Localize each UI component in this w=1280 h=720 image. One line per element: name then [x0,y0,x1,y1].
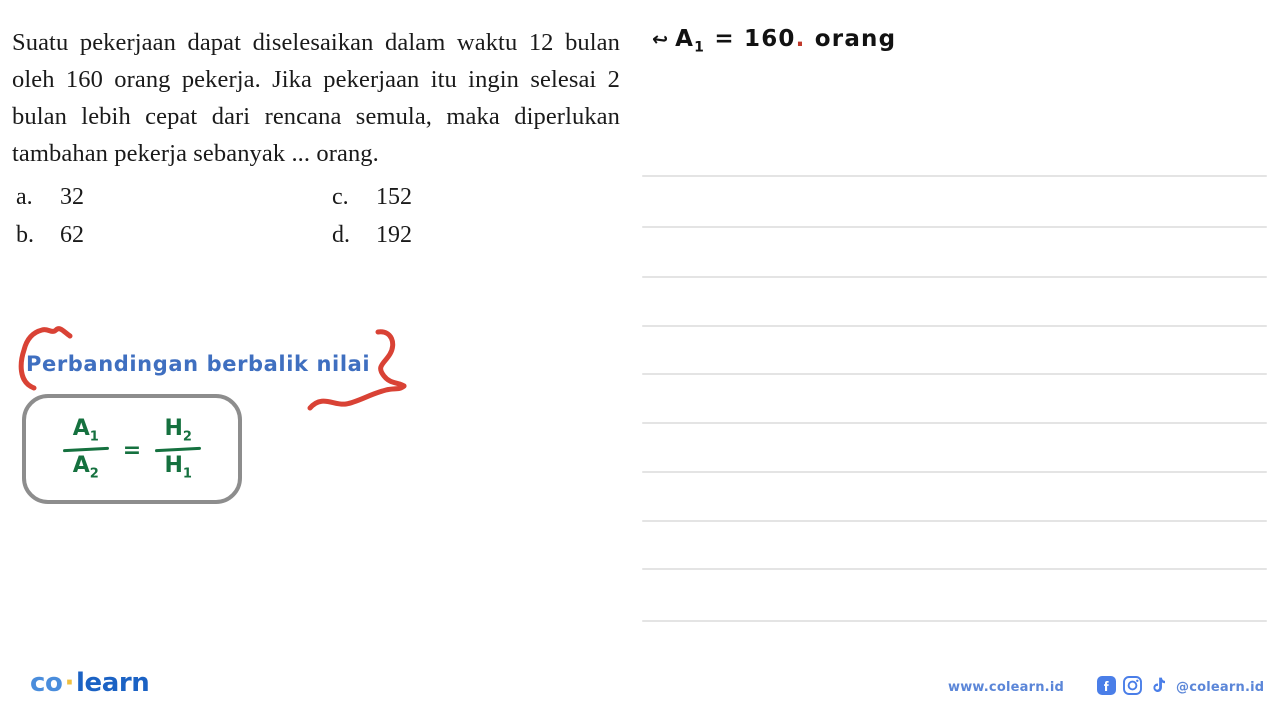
given-equals-sign: = [714,26,735,52]
worksheet-rule-line [642,373,1267,375]
option-b-value: 62 [60,222,84,248]
tiktok-icon[interactable] [1149,676,1166,700]
option-a-key: a. [16,184,33,210]
formula-box: A1 A2 = H2 H1 [22,394,242,504]
logo-text-learn: learn [75,668,150,698]
answer-options: a. 32 b. 62 c. 152 d. 192 [12,184,620,264]
option-c[interactable]: c. 152 [332,184,412,211]
concept-label: Perbandingan berbalik nilai [26,352,371,376]
worksheet-rule-line [642,422,1267,424]
fraction-bar [155,446,202,452]
formula-right-numerator: H2 [164,416,192,445]
worksheet-rule-line [642,471,1267,473]
handwritten-annotation-block: Perbandingan berbalik nilai A1 A2 = H2 H… [0,322,440,522]
given-value-annotation: ↩ A1 = 160. orang [650,26,897,56]
question-text: Suatu pekerjaan dapat diselesaikan dalam… [12,29,620,167]
logo-text-co: co [30,668,63,698]
worksheet-rule-line [642,175,1267,177]
worksheet-rule-line [642,620,1267,622]
formula-equals-sign: = [122,437,142,463]
question-panel: Suatu pekerjaan dapat diselesaikan dalam… [12,24,620,264]
footer: co·learn www.colearn.id @colearn.id [0,660,1280,720]
worksheet-rule-line [642,276,1267,278]
instagram-icon[interactable] [1123,676,1142,700]
formula-right-denominator: H1 [164,452,192,481]
formula-left-fraction: A1 A2 [62,416,109,482]
formula-left-numerator: A1 [72,416,99,445]
given-variable-label: A [675,26,695,52]
footer-website-url[interactable]: www.colearn.id [948,680,1064,695]
worksheet-rule-line [642,226,1267,228]
colearn-logo: co·learn [30,668,150,698]
worksheet-rule-line [642,325,1267,327]
given-value-dot: . [795,26,806,52]
fraction-bar [62,446,109,452]
option-d-value: 192 [376,222,412,248]
option-d[interactable]: d. 192 [332,222,412,249]
given-variable-subscript: 1 [694,39,706,56]
option-b[interactable]: b. 62 [16,222,84,249]
given-unit: orang [814,26,897,52]
worksheet-rule-line [642,568,1267,570]
option-c-key: c. [332,184,349,210]
option-b-key: b. [16,222,34,248]
footer-social-handle[interactable]: @colearn.id [1176,680,1264,695]
social-links [1097,676,1166,700]
option-c-value: 152 [376,184,412,210]
given-value: 160 [744,26,796,52]
arrow-hook-icon: ↩ [650,27,671,53]
option-d-key: d. [332,222,350,248]
formula-left-denominator: A2 [72,452,99,481]
formula-right-fraction: H2 H1 [155,416,202,482]
logo-dot-icon: · [64,668,74,698]
option-a-value: 32 [60,184,84,210]
inverse-proportion-formula: A1 A2 = H2 H1 [26,398,238,500]
facebook-icon[interactable] [1097,676,1116,700]
ruled-worksheet-area [640,0,1280,660]
worksheet-rule-line [642,520,1267,522]
option-a[interactable]: a. 32 [16,184,84,211]
